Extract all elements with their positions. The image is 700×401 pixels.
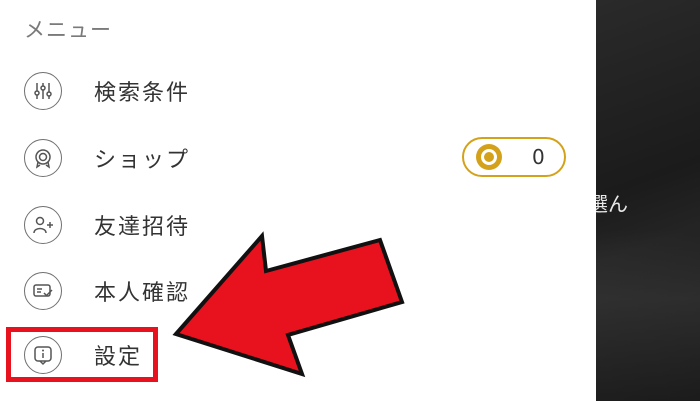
pointer-arrow-icon xyxy=(172,231,405,378)
